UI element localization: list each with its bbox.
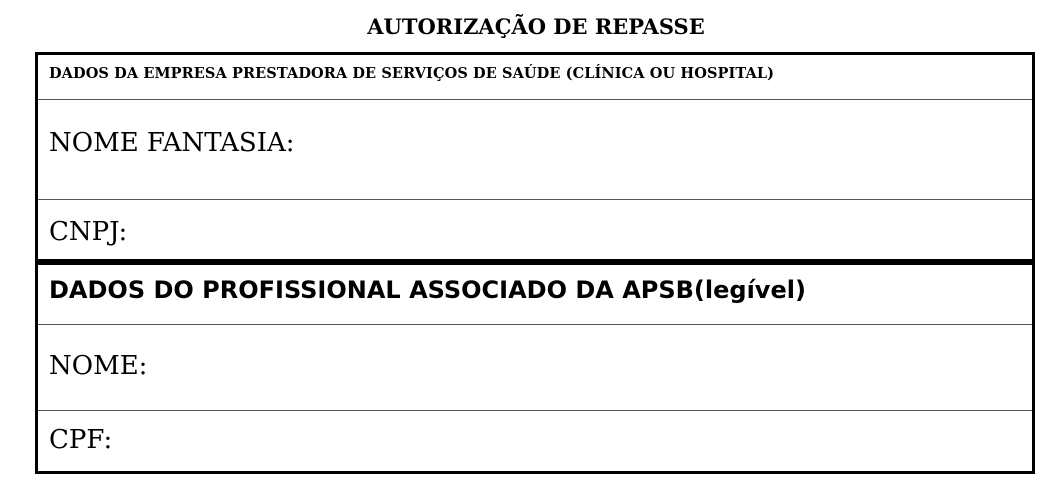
nome-field[interactable]: NOME:	[38, 325, 1032, 411]
professional-section-header-text: DADOS DO PROFISSIONAL ASSOCIADO DA APSB(…	[49, 276, 806, 304]
professional-section: DADOS DO PROFISSIONAL ASSOCIADO DA APSB(…	[35, 259, 1035, 474]
company-section: DADOS DA EMPRESA PRESTADORA DE SERVIÇOS …	[35, 52, 1035, 265]
cnpj-label: CNPJ:	[49, 217, 128, 247]
cpf-label: CPF:	[49, 425, 113, 455]
company-section-header-text: DADOS DA EMPRESA PRESTADORA DE SERVIÇOS …	[49, 65, 775, 82]
nome-fantasia-field[interactable]: NOME FANTASIA:	[38, 100, 1032, 200]
nome-fantasia-label: NOME FANTASIA:	[49, 128, 295, 158]
document-title: AUTORIZAÇÃO DE REPASSE	[367, 14, 705, 39]
professional-section-header: DADOS DO PROFISSIONAL ASSOCIADO DA APSB(…	[38, 262, 1032, 325]
nome-label: NOME:	[49, 350, 148, 381]
cpf-field[interactable]: CPF:	[38, 411, 1032, 471]
cnpj-field[interactable]: CNPJ:	[38, 200, 1032, 262]
company-section-header: DADOS DA EMPRESA PRESTADORA DE SERVIÇOS …	[38, 55, 1032, 100]
